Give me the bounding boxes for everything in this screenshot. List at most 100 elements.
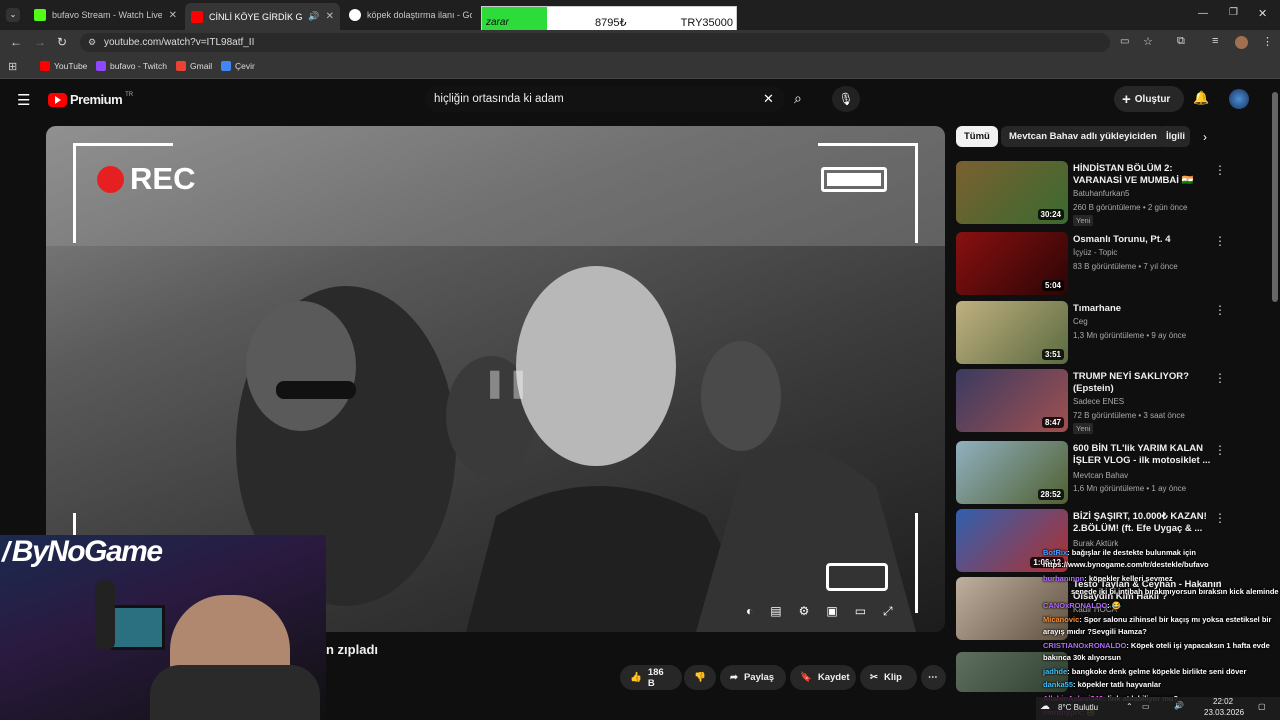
voice-search-icon[interactable]: 🎙 xyxy=(832,86,860,112)
chip-all[interactable]: Tümü xyxy=(956,126,998,147)
rec-label: REC xyxy=(130,161,196,196)
bookmark-twitch[interactable]: bufavo - Twitch xyxy=(96,61,167,71)
site-info-icon[interactable]: ⚙ xyxy=(88,33,96,52)
more-actions-button[interactable]: ⋯ xyxy=(921,665,946,690)
chat-user: BotRix xyxy=(1043,548,1068,557)
brand-country: TR xyxy=(125,92,134,98)
tray-chevron-icon[interactable]: ⌃ xyxy=(1126,702,1133,711)
video-title[interactable]: BİZİ ŞAŞIRT, 10.000₺ KAZAN! 2.BÖLÜM! (ft… xyxy=(1073,511,1223,535)
recommendation-item[interactable]: 30:24 HİNDİSTAN BÖLÜM 2: VARANASİ VE MUM… xyxy=(956,161,1256,226)
more-vert-icon[interactable]: ⋮ xyxy=(1214,443,1226,457)
chat-message: CANOxRONALDO: 😂 xyxy=(1043,601,1121,610)
video-title[interactable]: HİNDİSTAN BÖLÜM 2: VARANASİ VE MUMBAİ 🇮🇳 xyxy=(1073,163,1223,187)
forward-icon[interactable]: → xyxy=(34,35,46,49)
weather-text[interactable]: 8°C Bulutlu xyxy=(1058,703,1098,712)
cast-icon[interactable]: ▭ xyxy=(855,604,866,619)
bookmark-star-icon[interactable]: ☆ xyxy=(1143,35,1153,48)
search-input[interactable]: hiçliğin ortasında ki adam xyxy=(425,86,785,112)
search-icon[interactable]: ⌕ xyxy=(794,90,802,107)
recommendation-item[interactable]: 8:47 TRUMP NEYİ SAKLIYOR? (Epstein) Sade… xyxy=(956,369,1256,434)
chip-uploader[interactable]: Mevtcan Bahav adlı yükleyiciden xyxy=(1001,126,1165,147)
close-window-icon[interactable]: ✕ xyxy=(1258,7,1267,20)
recommendation-item[interactable]: 3:51 Tımarhane Ceg 1,3 Mn görüntüleme • … xyxy=(956,301,1256,365)
chevron-right-icon[interactable]: › xyxy=(1203,130,1207,144)
page-scrollbar[interactable] xyxy=(1272,92,1278,302)
apps-grid-icon[interactable]: ⊞ xyxy=(8,60,17,73)
url-field[interactable]: ⚙ youtube.com/watch?v=ITL98atf_II xyxy=(80,33,1110,52)
save-button[interactable]: 🔖 Kaydet xyxy=(790,665,856,690)
notification-center-icon[interactable]: ▢ xyxy=(1258,702,1266,711)
bynogame-logo: / ByNoGame xyxy=(2,535,163,569)
youtube-logo[interactable]: Premium TR xyxy=(48,92,133,107)
extensions-icon[interactable]: ⧉ xyxy=(1177,35,1185,48)
hamburger-menu-icon[interactable]: ☰ xyxy=(17,91,30,109)
fullscreen-icon[interactable]: ⤢ xyxy=(883,604,893,619)
clear-search-icon[interactable]: ✕ xyxy=(763,91,774,107)
network-icon[interactable]: ▭ xyxy=(1142,702,1150,711)
dislike-button[interactable]: 👎 xyxy=(684,665,716,690)
more-vert-icon[interactable]: ⋮ xyxy=(1214,303,1226,317)
video-thumbnail[interactable]: 30:24 xyxy=(956,161,1068,224)
video-thumbnail[interactable]: 28:52 xyxy=(956,441,1068,504)
bookmark-youtube[interactable]: YouTube xyxy=(40,61,87,71)
create-button[interactable]: + Oluştur xyxy=(1114,86,1184,112)
video-title[interactable]: 600 BİN TL'lik YARIM KALAN İŞLER VLOG - … xyxy=(1073,443,1223,467)
recommendation-item[interactable]: 28:52 600 BİN TL'lik YARIM KALAN İŞLER V… xyxy=(956,441,1256,505)
chat-message: Micanovic: Spor salonu zihinsel bir kaçı… xyxy=(1043,615,1271,624)
cast-page-icon[interactable]: ▭ xyxy=(1120,36,1129,47)
video-thumbnail[interactable]: 3:51 xyxy=(956,301,1068,364)
like-button[interactable]: 👍 186 B xyxy=(620,665,682,690)
recommendation-item[interactable]: 5:04 Osmanlı Torunu, Pt. 4 İçyüz - Topic… xyxy=(956,232,1256,296)
clip-button[interactable]: ✂ Klip xyxy=(860,665,917,690)
volume-icon[interactable]: 🔊 xyxy=(1174,701,1184,710)
subtitles-icon[interactable]: ▤ xyxy=(770,604,781,619)
browser-menu-icon[interactable]: ⋮ xyxy=(1262,35,1273,48)
chip-related[interactable]: İlgili xyxy=(1158,126,1190,147)
video-title[interactable]: Tımarhane xyxy=(1073,303,1223,315)
more-vert-icon[interactable]: ⋮ xyxy=(1214,234,1226,248)
chat-message: senede iki bi intibah bırakmıyorsun bıra… xyxy=(1071,587,1279,596)
duration-badge: 8:47 xyxy=(1041,417,1064,428)
channel-name[interactable]: Mevtcan Bahav xyxy=(1073,471,1128,480)
bookmark-gmail[interactable]: Gmail xyxy=(176,61,212,71)
restore-icon[interactable]: ❐ xyxy=(1229,7,1238,18)
channel-name[interactable]: Batuhanfurkan5 xyxy=(1073,189,1130,198)
channel-name[interactable]: Ceg xyxy=(1073,317,1088,326)
clock-time[interactable]: 22:02 xyxy=(1213,697,1233,706)
notifications-bell-icon[interactable]: 🔔 xyxy=(1193,90,1209,106)
close-icon[interactable]: ✕ xyxy=(326,11,334,22)
pause-icon[interactable]: ❚❚ xyxy=(483,366,530,399)
miniplayer-icon[interactable]: ▣ xyxy=(826,604,837,619)
clock-date[interactable]: 23.03.2026 xyxy=(1204,708,1244,717)
channel-name[interactable]: İçyüz - Topic xyxy=(1073,248,1117,257)
speaker-icon[interactable]: 🔊 xyxy=(308,11,319,22)
profile-avatar[interactable] xyxy=(1235,36,1248,49)
channel-name[interactable]: Burak Aktürk xyxy=(1073,539,1118,548)
channel-name[interactable]: Sadece ENES xyxy=(1073,397,1124,406)
like-count: 186 B xyxy=(647,666,664,689)
autoplay-toggle[interactable]: ◐ xyxy=(746,604,753,619)
chat-text: : köpekler tatlı hayvanlar xyxy=(1073,680,1161,689)
account-avatar[interactable] xyxy=(1229,89,1249,109)
bookmark-translate[interactable]: Çevir xyxy=(221,61,255,71)
tab-search-icon[interactable]: ⌄ xyxy=(6,8,20,22)
more-vert-icon[interactable]: ⋮ xyxy=(1214,371,1226,385)
reload-icon[interactable]: ↻ xyxy=(57,35,67,49)
tab-youtube-video[interactable]: CİNLİ KÖYE GİRDİK GİRME 🔊 ✕ xyxy=(185,3,340,30)
settings-gear-icon[interactable]: ⚙ xyxy=(799,604,810,619)
back-icon[interactable]: ← xyxy=(10,35,22,49)
video-thumbnail[interactable]: 5:04 xyxy=(956,232,1068,295)
video-title[interactable]: TRUMP NEYİ SAKLIYOR? (Epstein) xyxy=(1073,371,1223,395)
minimize-icon[interactable]: — xyxy=(1198,8,1208,19)
more-vert-icon[interactable]: ⋮ xyxy=(1214,511,1226,525)
tab-bufavo-stream[interactable]: bufavo Stream - Watch Live on ✕ xyxy=(28,4,183,26)
more-vert-icon[interactable]: ⋮ xyxy=(1214,163,1226,177)
close-icon[interactable]: ✕ xyxy=(169,10,177,21)
share-button[interactable]: ➦ Paylaş xyxy=(720,665,786,690)
tab-title: CİNLİ KÖYE GİRDİK GİRME xyxy=(209,11,303,22)
media-control-icon[interactable]: ≡ xyxy=(1212,35,1218,47)
video-thumbnail[interactable]: 8:47 xyxy=(956,369,1068,432)
tab-google-search[interactable]: köpek dolaştırma ilanı - Googl xyxy=(343,4,478,26)
video-title[interactable]: Osmanlı Torunu, Pt. 4 xyxy=(1073,234,1223,246)
twitch-icon xyxy=(96,61,106,71)
